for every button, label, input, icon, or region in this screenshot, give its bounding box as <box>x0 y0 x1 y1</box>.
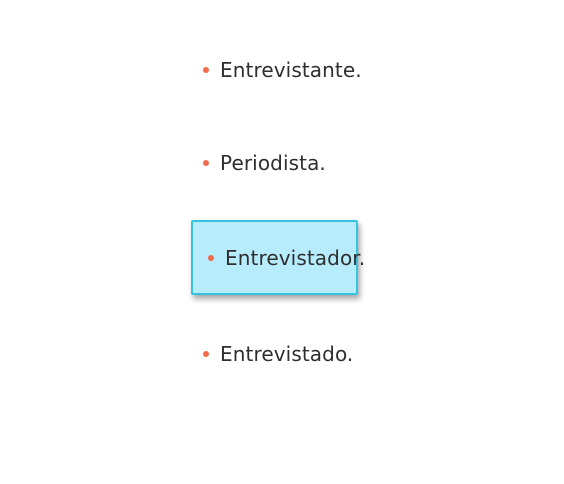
option-label: Periodista. <box>220 151 326 175</box>
answer-options-panel: Entrevistante. Periodista. Entrevistador… <box>0 0 564 484</box>
option-label: Entrevistado. <box>220 342 354 366</box>
option-periodista[interactable]: Periodista. <box>200 143 326 183</box>
option-entrevistador-selected[interactable]: Entrevistador. <box>191 220 365 295</box>
option-label: Entrevistante. <box>220 58 362 82</box>
bullet-icon <box>203 160 209 166</box>
bullet-icon <box>203 351 209 357</box>
option-entrevistante[interactable]: Entrevistante. <box>200 50 362 90</box>
option-entrevistado[interactable]: Entrevistado. <box>200 334 353 374</box>
bullet-icon <box>203 67 209 73</box>
option-label: Entrevistador. <box>225 245 366 270</box>
bullet-icon <box>208 254 214 261</box>
